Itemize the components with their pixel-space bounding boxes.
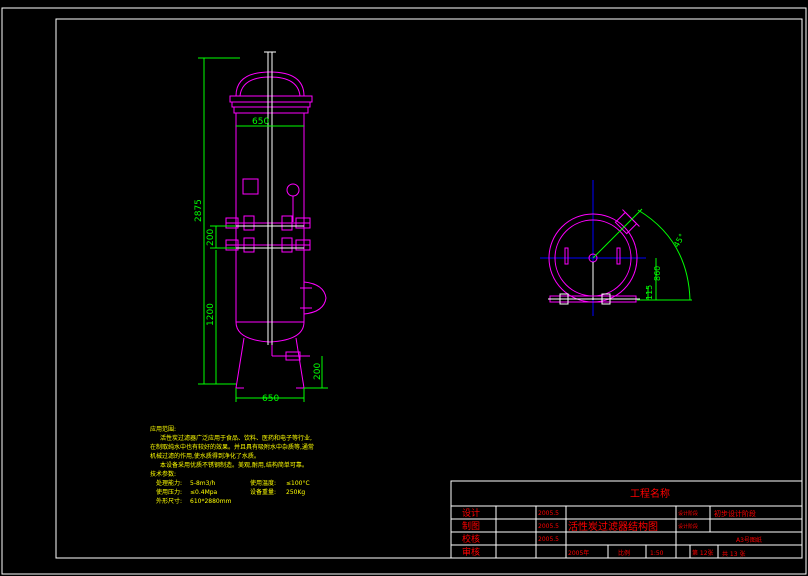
design-label: 设计: [462, 507, 480, 519]
dim-leg-height: 200: [313, 363, 323, 380]
draw-label: 制图: [462, 520, 480, 532]
dim-lower-height: 1200: [206, 303, 216, 326]
param-1-value-b: ≤100°C: [286, 480, 310, 487]
dim-top-width: 650: [252, 117, 269, 127]
param-1-label: 处理能力:: [156, 479, 182, 487]
sight-glass: [242, 178, 259, 195]
param-2-label: 使用压力:: [156, 488, 182, 496]
plan-slot-left: [564, 247, 569, 265]
drawing-title: 活性炭过滤器结构图: [568, 520, 658, 533]
param-3-label: 外形尺寸:: [156, 497, 182, 505]
stage-label-2: 设计阶段: [678, 523, 698, 530]
notes-heading: 应用范围:: [150, 425, 176, 433]
date-3: 2005.5: [538, 536, 559, 543]
stage-label-1: 设计阶段: [678, 510, 698, 517]
top-flange-3: [233, 106, 309, 114]
top-flange: [229, 95, 313, 103]
project-label: 工程名称: [630, 487, 670, 500]
top-flange-2: [231, 101, 311, 108]
notes-block: 应用范围: 活性炭过滤器广泛应用于食品、饮料、医药和电子等行业, 在制取纯水中也…: [150, 425, 314, 505]
notes-line-3: 机械过滤的作用,使水质得到净化了水质。: [150, 452, 260, 460]
sheet-total: 共 13 张: [722, 550, 745, 558]
review-label: 审核: [462, 546, 480, 558]
elevation-view: [225, 71, 327, 389]
dim-bottom-width: 650: [262, 394, 279, 404]
bottom-dish: [235, 321, 305, 343]
date-1: 2005.5: [538, 510, 559, 517]
title-block-text: 工程名称 设计 制图 校核 审核 2005.5 2005.5 2005.5 活性…: [462, 487, 762, 558]
notes-line-1: 活性炭过滤器广泛应用于食品、饮料、医药和电子等行业,: [160, 434, 312, 442]
param-1-value: 5-8m3/h: [190, 480, 215, 487]
stage-value: 初步设计阶段: [714, 509, 756, 518]
dim-nozzle-gap: 200: [206, 229, 216, 246]
sheet-size: A3号图纸: [736, 536, 762, 544]
pressure-gauge: [286, 183, 300, 197]
plan-manhole: [614, 209, 640, 235]
check-label: 校核: [462, 533, 480, 545]
param-3-value: 610*2880mm: [190, 498, 232, 505]
side-manhole: [303, 281, 327, 315]
dim-height-total: 2875: [194, 199, 204, 222]
scale-label: 比例: [618, 549, 630, 557]
notes-line-2: 在制取纯水中也有较好的效果。并且具有吸附水中杂质等,通常: [150, 443, 314, 451]
plan-view: 860 115 45°: [540, 180, 692, 316]
notes-line-5: 技术参数:: [150, 470, 176, 478]
date-2: 2005.5: [538, 523, 559, 530]
notes-line-4: 本设备采用优质不锈钢制造。美观,耐用,结构简单可靠。: [160, 461, 308, 469]
param-1-label-b: 使用温度:: [250, 479, 276, 487]
plan-dim-115: 115: [645, 285, 654, 300]
top-dome-inner: [239, 76, 301, 97]
param-2-value: ≤0.4Mpa: [190, 489, 218, 496]
sheet-no: 第 12张: [692, 549, 714, 557]
year: 2005年: [568, 549, 589, 557]
cad-drawing: 2875 200 1200 650 650 200 860 115 45° 应用…: [1, 7, 807, 575]
title-block-lines: [450, 480, 803, 559]
leg-right: [295, 337, 305, 389]
plan-slot-right: [616, 247, 621, 265]
leg-left: [235, 337, 245, 389]
plan-dim-860: 860: [653, 266, 662, 281]
outer-frame: [1, 7, 807, 575]
scale-value: 1:50: [650, 550, 664, 557]
param-2-label-b: 设备重量:: [250, 488, 276, 496]
plan-dim-angle: 45°: [672, 232, 687, 249]
param-2-value-b: 250Kg: [286, 489, 305, 496]
